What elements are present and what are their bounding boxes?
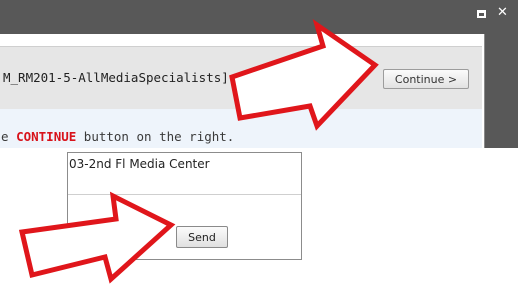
arrow-to-send-icon bbox=[18, 191, 176, 284]
annotation-overlay bbox=[18, 18, 379, 284]
arrow-to-continue-icon bbox=[229, 18, 379, 131]
